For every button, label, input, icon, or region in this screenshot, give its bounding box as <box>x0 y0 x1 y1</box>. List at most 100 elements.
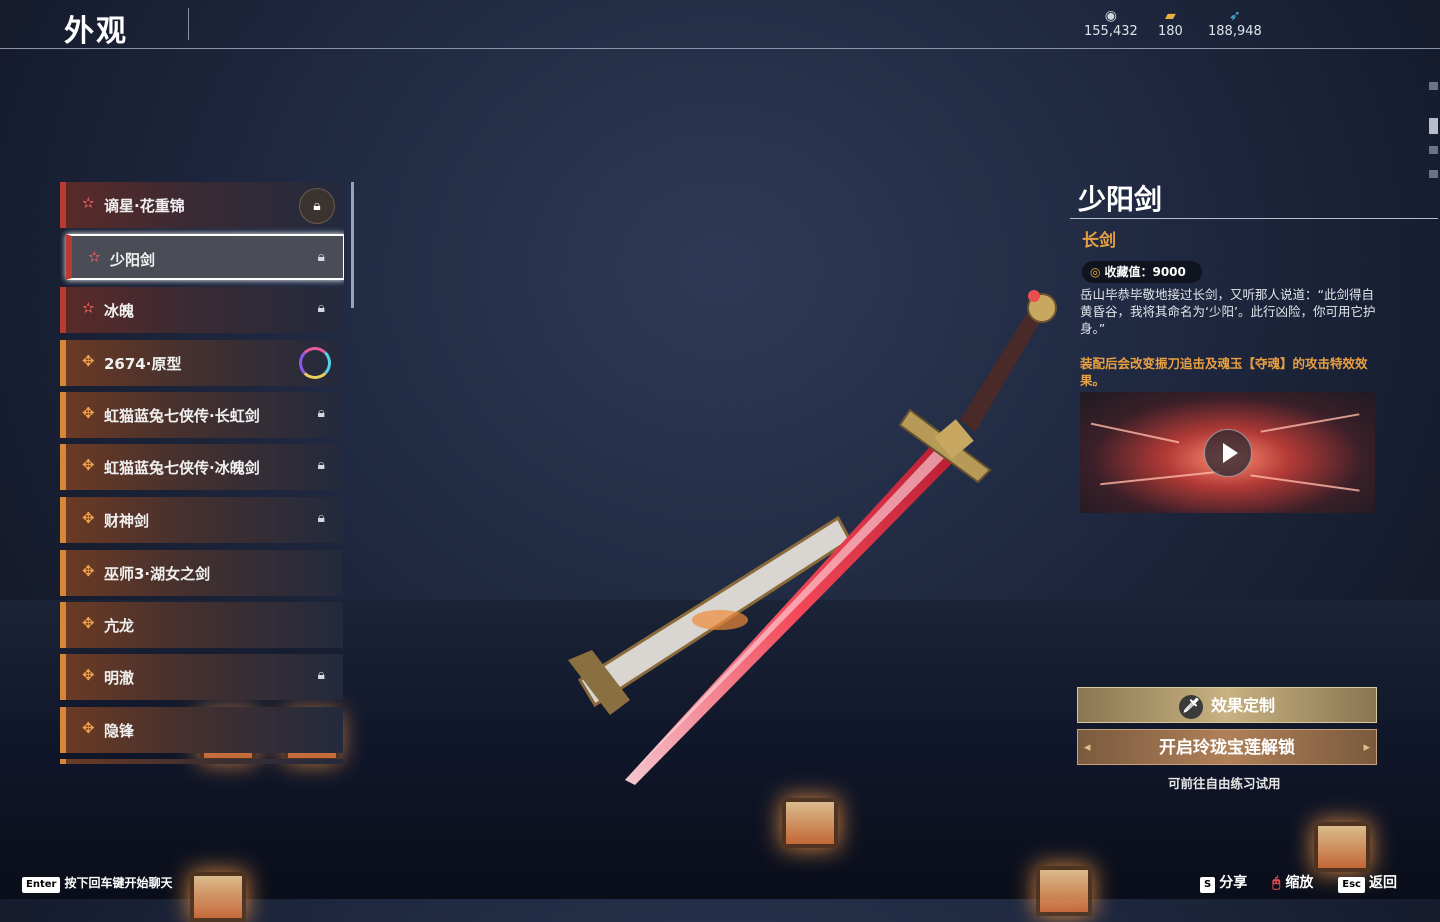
esc-key: Esc <box>1338 877 1365 893</box>
list-item[interactable]: ✥ 虹猫蓝兔七侠传·冰魄剑 🔒︎ <box>60 444 343 490</box>
sword-hilt <box>960 290 1057 432</box>
enter-key: Enter <box>22 877 61 893</box>
share-label: 分享 <box>1219 875 1248 891</box>
list-item[interactable]: ✥ 虹猫蓝兔七侠传·长虹剑 🔒︎ <box>60 392 343 438</box>
item-label: 虹猫蓝兔七侠传·冰魄剑 <box>104 459 260 477</box>
weapon-type: 长剑 <box>1082 231 1116 251</box>
lock-icon: 🔒︎ <box>317 300 325 316</box>
item-label: 2674·原型 <box>104 355 182 373</box>
zoom-hint[interactable]: 🖰︎ 缩放 <box>1272 875 1313 891</box>
scroll-indicator <box>1429 82 1438 90</box>
skin-list: ✫ 谪星·花重锦 🔒︎ ✫ 少阳剑 🔒︎ ✫ 冰魄 🔒︎ ✥ 2674·原型 ✥… <box>60 182 344 764</box>
chat-hint[interactable]: Enter 按下回车键开始聊天 <box>22 874 172 893</box>
chevron-right-icon: ▸ <box>1363 740 1370 755</box>
lock-icon: 🔒︎ <box>317 510 325 526</box>
coin-icon: ◉ <box>1104 8 1117 24</box>
scroll-indicator <box>1429 118 1438 134</box>
title-underline <box>1070 218 1438 219</box>
trial-hint: 可前往自由练习试用 <box>1168 776 1281 791</box>
footer-hints: S 分享 🖰︎ 缩放 Esc 返回 <box>1200 872 1417 893</box>
item-label: 虹猫蓝兔七侠传·长虹剑 <box>104 407 260 425</box>
currency-value: 180 <box>1158 24 1183 39</box>
chevron-left-icon: ◂ <box>1084 740 1091 755</box>
lantern-decoration <box>190 872 246 922</box>
item-label: 少阳剑 <box>110 251 156 269</box>
weapon-description: 岳山毕恭毕敬地接过长剑，又听那人说道：“此剑得自黄昏谷，我将其命名为‘少阳’。此… <box>1080 287 1376 336</box>
flower-icon: ✥ <box>82 562 95 580</box>
list-scrollbar[interactable] <box>351 182 354 308</box>
flower-icon: ✥ <box>82 404 95 422</box>
list-item-selected[interactable]: ✫ 少阳剑 🔒︎ <box>66 234 344 280</box>
lock-icon: 🔒︎ <box>317 249 325 265</box>
list-item[interactable]: ✥ 巫师3·湖女之剑 <box>60 550 343 596</box>
list-item[interactable] <box>60 759 343 764</box>
spark-streak <box>1090 422 1180 444</box>
item-label: 财神剑 <box>104 512 150 530</box>
scroll-indicator <box>1429 170 1438 178</box>
back-hint[interactable]: Esc 返回 <box>1338 875 1397 893</box>
list-item[interactable]: ✥ 2674·原型 <box>60 340 343 386</box>
lock-icon: 🔒︎ <box>299 188 335 224</box>
list-item[interactable]: ✥ 亢龙 <box>60 602 343 648</box>
unlock-label: 开启玲珑宝莲解锁 <box>1159 738 1295 758</box>
sword-icon: 🗡︎ <box>1178 694 1203 719</box>
sword-blade <box>625 438 960 785</box>
flower-icon: ✥ <box>82 719 95 737</box>
unlock-button[interactable]: ◂ 开启玲珑宝莲解锁 ▸ <box>1077 729 1377 765</box>
weapon-name: 少阳剑 <box>1078 183 1163 216</box>
ticket-icon: ▰ <box>1165 8 1176 24</box>
currency-value: 188,948 <box>1208 24 1262 39</box>
zoom-label: 缩放 <box>1285 875 1314 891</box>
flower-icon: ✥ <box>82 352 95 370</box>
scroll-indicator <box>1429 146 1438 154</box>
flower-icon: ✥ <box>82 456 95 474</box>
lantern-decoration <box>1036 866 1092 916</box>
star-icon: ✫ <box>88 248 101 266</box>
list-item[interactable]: ✥ 财神剑 🔒︎ <box>60 497 343 543</box>
item-label: 明澈 <box>104 669 135 687</box>
flower-icon: ✥ <box>82 666 95 684</box>
spark-streak <box>1260 413 1360 433</box>
mouse-icon: 🖰︎ <box>1272 875 1281 891</box>
lock-icon: 🔒︎ <box>317 405 325 421</box>
customize-label: 效果定制 <box>1210 696 1275 715</box>
item-label: 隐锋 <box>104 722 135 740</box>
item-label: 巫师3·湖女之剑 <box>104 565 211 583</box>
effect-description: 装配后会改变振刀追击及魂玉【夺魂】的攻击特效效果。 <box>1080 356 1368 388</box>
lock-icon: 🔒︎ <box>317 667 325 683</box>
list-item[interactable]: ✥ 明澈 🔒︎ <box>60 654 343 700</box>
collection-value: 收藏值：9000 <box>1104 265 1186 279</box>
currency-feathers: ➶ 188,948 <box>1208 8 1262 39</box>
flower-icon: ✥ <box>82 509 95 527</box>
sword-sheath <box>568 515 852 715</box>
collection-icon: ◎ <box>1090 265 1101 279</box>
list-item[interactable]: ✫ 谪星·花重锦 🔒︎ <box>60 182 343 228</box>
page-title: 外观 <box>64 14 128 49</box>
chat-hint-label: 按下回车键开始聊天 <box>64 876 173 890</box>
list-item[interactable]: ✥ 隐锋 <box>60 707 343 753</box>
flower-icon: ✥ <box>82 614 95 632</box>
list-item[interactable]: ✫ 冰魄 🔒︎ <box>60 287 343 333</box>
item-label: 亢龙 <box>104 617 135 635</box>
sword-preview[interactable] <box>520 260 1120 820</box>
lock-icon: 🔒︎ <box>317 457 325 473</box>
currency-tickets: ▰ 180 <box>1158 8 1183 39</box>
spark-streak <box>1100 470 1220 486</box>
s-key: S <box>1200 877 1216 893</box>
share-hint[interactable]: S 分享 <box>1200 875 1248 893</box>
collection-badge: ◎ 收藏值：9000 <box>1082 261 1202 283</box>
item-label: 谪星·花重锦 <box>104 197 185 215</box>
feather-icon: ➶ <box>1229 8 1241 24</box>
lantern-decoration <box>1314 822 1370 872</box>
currency-coins: ◉ 155,432 <box>1084 8 1138 39</box>
spark-streak <box>1250 474 1360 492</box>
item-label: 冰魄 <box>104 302 135 320</box>
top-bar: 外观 ◉ 155,432 ▰ 180 ➶ 188,948 <box>0 0 1440 49</box>
currency-value: 155,432 <box>1084 24 1138 39</box>
star-icon: ✫ <box>82 194 95 212</box>
rainbow-ring-icon <box>299 347 331 379</box>
effect-customize-button[interactable]: 🗡︎ 效果定制 <box>1077 687 1377 723</box>
play-icon[interactable] <box>1204 429 1252 477</box>
title-divider <box>188 8 189 40</box>
back-label: 返回 <box>1368 875 1397 891</box>
